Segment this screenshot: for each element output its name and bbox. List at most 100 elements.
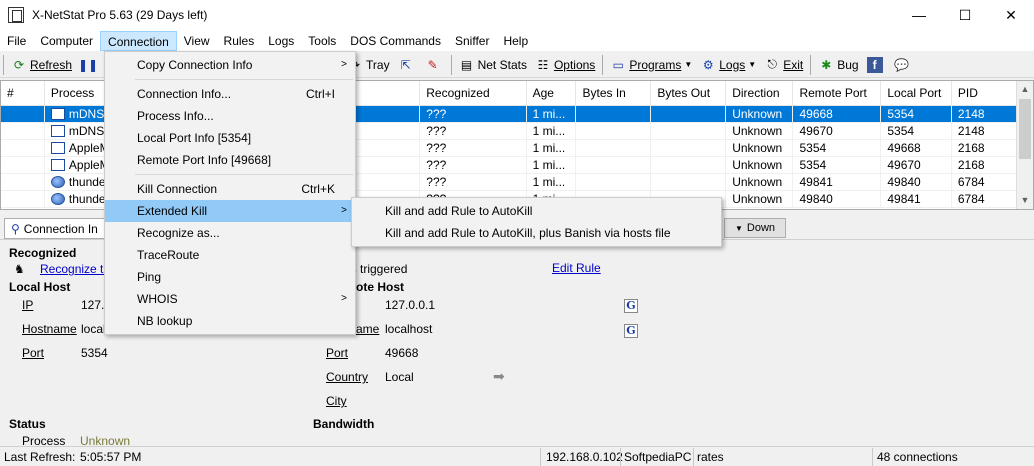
menu-item-shortcut: Ctrl+K <box>301 182 335 196</box>
pause-icon: ❚❚ <box>77 57 99 72</box>
grid-vertical-scrollbar[interactable]: ▲ ▼ <box>1016 81 1033 209</box>
country-value: Local <box>385 370 414 384</box>
hostname-label[interactable]: Hostname <box>22 322 77 336</box>
menu-computer[interactable]: Computer <box>33 31 100 51</box>
menu-sniffer[interactable]: Sniffer <box>448 31 496 51</box>
menu-rules[interactable]: Rules <box>217 31 262 51</box>
google-hostname-icon[interactable]: G <box>624 324 638 338</box>
menu-item-process-info[interactable]: Process Info... <box>105 105 355 127</box>
country-label[interactable]: Country <box>326 370 368 384</box>
options-label: Options <box>553 57 596 72</box>
logs-button[interactable]: ⚙ Logs ▼ <box>696 54 760 76</box>
remote-port-label[interactable]: Port <box>326 346 348 360</box>
menu-item-kill-add-autokill[interactable]: Kill and add Rule to AutoKill <box>352 200 721 222</box>
menu-view[interactable]: View <box>177 31 217 51</box>
city-label[interactable]: City <box>326 394 347 408</box>
refresh-button[interactable]: ⟳ Refresh <box>7 54 76 76</box>
down-arrow-icon: ▼ <box>734 223 743 233</box>
port-label[interactable]: Port <box>22 346 44 360</box>
scroll-down-icon[interactable]: ▼ <box>1017 192 1033 209</box>
col-header-local-port[interactable]: Local Port <box>880 81 952 106</box>
net-stats-button[interactable]: ▤ Net Stats <box>455 54 531 76</box>
col-header-number[interactable]: # <box>1 81 45 106</box>
remote-host-title: ote Host <box>356 280 404 294</box>
exit-button[interactable]: ⎋ Exit <box>760 54 807 76</box>
close-button[interactable]: ✕ <box>988 0 1034 30</box>
menu-help[interactable]: Help <box>496 31 535 51</box>
ip-label[interactable]: IP <box>22 298 33 312</box>
menu-file[interactable]: File <box>0 31 33 51</box>
bug-label: Bug <box>837 57 859 72</box>
col-header-bytes-out[interactable]: Bytes Out <box>650 81 727 106</box>
menu-separator <box>135 174 353 175</box>
bug-button[interactable]: ✱ Bug <box>814 54 862 76</box>
menu-dos-commands[interactable]: DOS Commands <box>343 31 448 51</box>
programs-button[interactable]: ▭ Programs ▼ <box>606 54 696 76</box>
toolbar-separator <box>450 54 452 75</box>
menu-item-recognize-as[interactable]: Recognize as... <box>105 222 355 244</box>
submenu-arrow-icon: > <box>341 59 347 70</box>
chat-icon: 💬 <box>894 57 910 72</box>
submenu-arrow-icon: > <box>341 293 347 304</box>
remote-hostname-label[interactable]: ame <box>356 322 379 336</box>
minimize-button[interactable]: — <box>896 0 942 30</box>
connection-info-icon: ⚲ <box>11 221 20 236</box>
col-header-age[interactable]: Age <box>526 81 577 106</box>
connection-info-tab[interactable]: ⚲ Connection In <box>4 218 105 239</box>
recognize-link[interactable]: Recognize th <box>40 262 110 276</box>
cell-local-port: 49840 <box>880 173 952 191</box>
status-ip: 192.168.0.102 <box>546 450 623 464</box>
cell-direction: Unknown <box>725 190 794 208</box>
cell-age: 1 mi... <box>526 105 577 123</box>
pause-button[interactable]: ❚❚ <box>76 54 103 76</box>
net-stats-label: Net Stats <box>477 57 527 72</box>
scroll-thumb[interactable] <box>1019 99 1031 159</box>
export-button[interactable]: ⇱ <box>394 54 421 76</box>
menu-item-whois[interactable]: WHOIS > <box>105 288 355 310</box>
menu-item-connection-info[interactable]: Connection Info... Ctrl+I <box>105 83 355 105</box>
menu-logs[interactable]: Logs <box>261 31 301 51</box>
menu-item-ping[interactable]: Ping <box>105 266 355 288</box>
menu-item-kill-connection[interactable]: Kill Connection Ctrl+K <box>105 178 355 200</box>
down-button[interactable]: ▼ Down <box>724 218 786 238</box>
programs-dropdown-icon: ▼ <box>684 60 693 69</box>
cell-recognized: ??? <box>419 156 527 174</box>
menu-item-remote-port-info[interactable]: Remote Port Info [49668] <box>105 149 355 171</box>
menu-item-nb-lookup[interactable]: NB lookup <box>105 310 355 332</box>
cell-direction: Unknown <box>725 122 794 140</box>
col-header-remote-port[interactable]: Remote Port <box>792 81 882 106</box>
connection-info-tab-label: Connection In <box>23 221 98 236</box>
scroll-up-icon[interactable]: ▲ <box>1017 81 1033 98</box>
cell-local-port: 5354 <box>880 105 952 123</box>
edit-rule-link[interactable]: Edit Rule <box>552 261 601 275</box>
chat-button[interactable]: 💬 <box>890 54 917 76</box>
arrow-right-icon: ➡ <box>493 368 505 384</box>
col-header-direction[interactable]: Direction <box>725 81 794 106</box>
maximize-button[interactable]: ☐ <box>942 0 988 30</box>
facebook-button[interactable]: f <box>863 54 890 76</box>
last-refresh-label: Last Refresh: <box>4 450 76 464</box>
toolbar-separator <box>810 54 812 75</box>
google-ip-icon[interactable]: G <box>624 299 638 313</box>
menu-item-local-port-info[interactable]: Local Port Info [5354] <box>105 127 355 149</box>
col-header-recognized[interactable]: Recognized <box>419 81 527 106</box>
options-button[interactable]: ☷ Options <box>531 54 599 76</box>
menu-item-traceroute[interactable]: TraceRoute <box>105 244 355 266</box>
menu-tools[interactable]: Tools <box>301 31 343 51</box>
menu-item-extended-kill[interactable]: Extended Kill > <box>105 200 355 222</box>
menu-connection[interactable]: Connection <box>100 30 177 51</box>
menu-item-label: Ping <box>137 270 162 284</box>
connection-menu: Copy Connection Info > Connection Info..… <box>104 51 356 335</box>
cell-bytes-in <box>575 139 652 157</box>
menu-item-copy-connection-info[interactable]: Copy Connection Info > <box>105 54 355 76</box>
cell-number <box>1 173 45 191</box>
menu-item-kill-add-autokill-banish[interactable]: Kill and add Rule to AutoKill, plus Bani… <box>352 222 721 244</box>
menu-item-label: Connection Info... <box>137 87 232 101</box>
col-header-pid[interactable]: PID <box>951 81 1018 106</box>
cell-number <box>1 122 45 140</box>
col-header-bytes-in[interactable]: Bytes In <box>575 81 652 106</box>
cell-bytes-in <box>575 173 652 191</box>
pin-button[interactable]: ✎ <box>421 54 448 76</box>
status-divider <box>872 448 873 466</box>
cell-bytes-out <box>650 122 727 140</box>
